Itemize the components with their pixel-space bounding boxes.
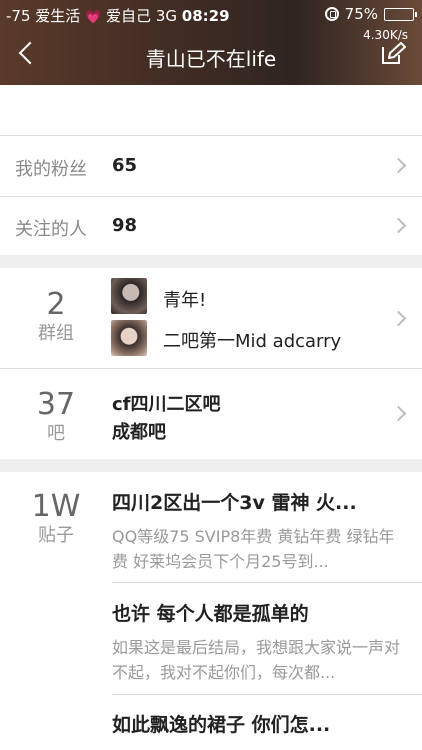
battery-icon xyxy=(384,7,417,21)
divider xyxy=(112,582,422,583)
posts-count-block: 1W 贴子 xyxy=(0,490,112,548)
status-right: 75% xyxy=(324,5,417,23)
posts-unit: 贴子 xyxy=(38,525,74,546)
bars-count-block: 37 吧 xyxy=(0,388,112,446)
profile-top-blank xyxy=(0,85,422,135)
post-excerpt[interactable]: 如果这是最后结局，我想跟大家说一声对不起，我对不起你们，每次都... xyxy=(112,635,402,685)
carrier-name-2: 爱自己 xyxy=(106,7,152,25)
post-title[interactable]: 也许 每个人都是孤单的 xyxy=(112,599,402,626)
group-name: 青年! xyxy=(163,290,207,311)
heart-icon: 💗 xyxy=(85,10,102,25)
chevron-right-icon xyxy=(390,217,407,234)
chevron-right-icon xyxy=(390,310,407,327)
followed-bar: 成都吧 xyxy=(112,422,166,443)
following-row[interactable]: 关注的人 98 xyxy=(0,197,422,255)
posts-section: 1W 贴子 四川2区出一个3v 雷神 火... QQ等级75 SVIP8年费 黄… xyxy=(0,472,422,750)
posts-count: 1W xyxy=(31,489,81,524)
post-title[interactable]: 如此飘逸的裙子 你们怎... xyxy=(112,710,402,737)
groups-count: 2 xyxy=(46,287,66,322)
fans-count: 65 xyxy=(112,155,138,176)
groups-row[interactable]: 2 群组 青年! 二吧第一Mid adcarry xyxy=(0,268,422,368)
edit-profile-icon[interactable] xyxy=(380,42,406,66)
status-bar: -75 爱生活 💗 爱自己 3G 08:29 75% xyxy=(0,0,422,28)
group-name: 二吧第一Mid adcarry xyxy=(163,331,342,352)
status-left: -75 爱生活 💗 爱自己 3G 08:29 xyxy=(6,5,230,26)
clock: 08:29 xyxy=(181,7,230,25)
divider xyxy=(112,694,422,695)
top-header: -75 爱生活 💗 爱自己 3G 08:29 75% 4.30K/s 青山已不在… xyxy=(0,0,422,85)
network-type: 3G xyxy=(155,7,178,25)
rotation-lock-icon xyxy=(324,7,339,21)
group-avatar xyxy=(111,278,147,314)
fans-row[interactable]: 我的粉丝 65 xyxy=(0,136,422,196)
fans-label: 我的粉丝 xyxy=(15,159,87,180)
bars-unit: 吧 xyxy=(47,423,65,444)
carrier-name: 爱生活 xyxy=(35,7,81,25)
page-title: 青山已不在life xyxy=(145,47,277,71)
groups-unit: 群组 xyxy=(38,323,74,344)
following-label: 关注的人 xyxy=(15,219,87,240)
followed-bar: cf四川二区吧 xyxy=(112,394,221,415)
following-count: 98 xyxy=(112,215,138,236)
chevron-right-icon xyxy=(390,405,407,422)
group-avatar xyxy=(111,320,147,356)
post-title[interactable]: 四川2区出一个3v 雷神 火... xyxy=(112,488,402,515)
post-excerpt[interactable]: QQ等级75 SVIP8年费 黄钻年费 绿钻年费 好莱坞会员下个月25号到... xyxy=(112,524,402,574)
chevron-right-icon xyxy=(390,157,407,174)
groups-count-block: 2 群组 xyxy=(0,288,112,346)
bars-row[interactable]: 37 吧 cf四川二区吧 成都吧 xyxy=(0,369,422,459)
network-speed: 4.30K/s xyxy=(363,28,408,42)
battery-percent: 75% xyxy=(344,5,378,23)
bars-count: 37 xyxy=(36,387,76,422)
edit-svg xyxy=(382,42,406,64)
signal-strength: -75 xyxy=(6,7,31,25)
